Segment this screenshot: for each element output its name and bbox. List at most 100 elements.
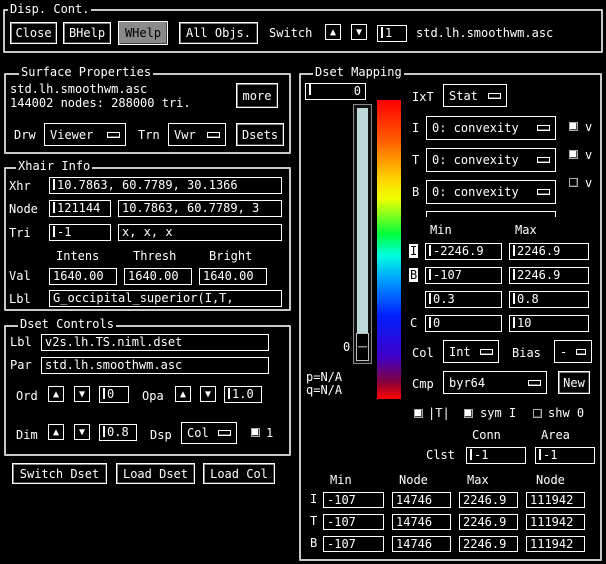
shw-0-label: shw 0 bbox=[548, 406, 585, 420]
scale-value-field[interactable]: 0 bbox=[305, 83, 366, 100]
i-v-checkbox[interactable] bbox=[569, 122, 578, 131]
table-row-tag: B bbox=[310, 536, 318, 550]
ord-down-arrow-icon[interactable]: ▼ bbox=[74, 386, 90, 402]
max-header: Max bbox=[515, 223, 537, 237]
t-label: T bbox=[412, 153, 420, 167]
dsets-button[interactable]: Dsets bbox=[236, 123, 284, 146]
row-b-tag[interactable]: B bbox=[409, 268, 419, 282]
row-x-max-field[interactable]: 0.8 bbox=[509, 291, 589, 308]
b-select[interactable]: 0: convexity bbox=[426, 180, 556, 204]
lbl-field[interactable]: G_occipital_superior(I,T, bbox=[49, 290, 282, 307]
table-cell: 111942 bbox=[526, 492, 585, 508]
col-value: Int bbox=[449, 344, 471, 359]
row-b-min-field[interactable]: -107 bbox=[425, 267, 502, 284]
i-v-label: v bbox=[585, 120, 593, 134]
whelp-button[interactable]: WHelp bbox=[118, 21, 168, 45]
switch-down-arrow-icon[interactable]: ▼ bbox=[351, 24, 367, 40]
opa-down-arrow-icon[interactable]: ▼ bbox=[200, 386, 216, 402]
opa-up-arrow-icon[interactable]: ▲ bbox=[175, 386, 191, 402]
t-v-checkbox[interactable] bbox=[569, 150, 578, 159]
threshold-scale-slider[interactable] bbox=[356, 333, 369, 361]
bhelp-button[interactable]: BHelp bbox=[63, 22, 111, 44]
row-i-min-field[interactable]: -2246.9 bbox=[425, 243, 502, 260]
table-cell: 14746 bbox=[392, 536, 451, 552]
ixt-select[interactable]: Stat bbox=[443, 84, 507, 107]
all-objs-button[interactable]: All Objs. bbox=[179, 22, 258, 44]
par-field[interactable]: std.lh.smoothwm.asc bbox=[41, 357, 269, 374]
dim-value: 0.8 bbox=[107, 425, 129, 439]
option-indicator-icon bbox=[537, 189, 550, 195]
abs-t-checkbox[interactable] bbox=[414, 409, 423, 418]
dsp-value: Col bbox=[187, 426, 209, 440]
row-i-max-field[interactable]: 2246.9 bbox=[509, 243, 589, 260]
i-select[interactable]: 0: convexity bbox=[426, 116, 556, 140]
dim-down-arrow-icon[interactable]: ▼ bbox=[74, 424, 90, 440]
option-indicator-icon bbox=[207, 131, 220, 138]
one-only-label: 1 bbox=[266, 426, 274, 440]
node-xyz-field[interactable]: 10.7863, 60.7789, 3 bbox=[118, 200, 282, 217]
par-value: std.lh.smoothwm.asc bbox=[45, 358, 183, 372]
drw-select[interactable]: Viewer bbox=[44, 123, 126, 146]
clst-area-field[interactable]: -1 bbox=[535, 447, 595, 464]
tri-id-field[interactable]: -1 bbox=[49, 224, 111, 241]
xhr-label: Xhr bbox=[9, 179, 31, 193]
surface-properties-title: Surface Properties bbox=[19, 65, 154, 79]
ord-value: 0 bbox=[107, 387, 115, 401]
clst-conn-field[interactable]: -1 bbox=[466, 447, 526, 464]
dset-lbl-value: v2s.lh.TS.niml.dset bbox=[45, 335, 183, 349]
new-colormap-button[interactable]: New bbox=[558, 371, 590, 394]
option-indicator-icon bbox=[218, 430, 231, 436]
xhr-value: 10.7863, 60.7789, 30.1366 bbox=[57, 178, 238, 192]
switch-field[interactable]: 1 bbox=[377, 25, 407, 42]
dim-field[interactable]: 0.8 bbox=[99, 424, 137, 441]
load-col-button[interactable]: Load Col bbox=[203, 463, 275, 484]
one-only-checkbox[interactable] bbox=[251, 428, 260, 437]
dsp-select[interactable]: Col bbox=[181, 422, 237, 444]
table-cell: 2246.9 bbox=[459, 514, 518, 530]
ord-up-arrow-icon[interactable]: ▲ bbox=[48, 386, 64, 402]
node-id-field[interactable]: 121144 bbox=[49, 200, 111, 217]
switch-up-arrow-icon[interactable]: ▲ bbox=[325, 24, 341, 40]
row-c-min-field[interactable]: 0 bbox=[425, 315, 502, 332]
dset-lbl-field[interactable]: v2s.lh.TS.niml.dset bbox=[41, 334, 269, 351]
dset-controls-title: Dset Controls bbox=[18, 317, 116, 331]
col-select[interactable]: Int bbox=[443, 340, 499, 363]
shw-0-checkbox[interactable] bbox=[533, 409, 542, 418]
row-x-min-field[interactable]: 0.3 bbox=[425, 291, 502, 308]
sym-i-label: sym I bbox=[480, 406, 517, 420]
trn-select[interactable]: Vwr bbox=[168, 123, 226, 146]
row-i-max: 2246.9 bbox=[517, 244, 561, 258]
row-c-max-field[interactable]: 10 bbox=[509, 315, 589, 332]
dim-up-arrow-icon[interactable]: ▲ bbox=[48, 424, 64, 440]
table-cell: 14746 bbox=[392, 492, 451, 508]
surface-name: std.lh.smoothwm.asc bbox=[416, 26, 554, 40]
xhr-field[interactable]: 10.7863, 60.7789, 30.1366 bbox=[49, 177, 282, 194]
ord-field[interactable]: 0 bbox=[99, 386, 129, 403]
close-button[interactable]: Close bbox=[10, 22, 57, 44]
tri-value-field[interactable]: x, x, x bbox=[118, 224, 282, 241]
bias-select[interactable]: - bbox=[554, 340, 592, 363]
load-dset-button[interactable]: Load Dset bbox=[116, 463, 195, 484]
clst-conn-value: -1 bbox=[474, 448, 489, 462]
drw-value: Viewer bbox=[50, 127, 94, 142]
switch-dset-button[interactable]: Switch Dset bbox=[12, 463, 107, 484]
table-row-tag: T bbox=[310, 514, 318, 528]
table-cell: -107 bbox=[323, 492, 384, 508]
b-v-label: v bbox=[585, 176, 593, 190]
val-bright-value: 1640.00 bbox=[203, 269, 254, 283]
min-header: Min bbox=[430, 223, 452, 237]
sym-i-checkbox[interactable] bbox=[464, 409, 473, 418]
more-button[interactable]: more bbox=[236, 83, 278, 108]
dsp-label: Dsp bbox=[150, 428, 172, 442]
table-cell: 111942 bbox=[526, 514, 585, 530]
opa-field[interactable]: 1.0 bbox=[224, 386, 262, 403]
row-i-tag[interactable]: I bbox=[409, 244, 419, 258]
t-select[interactable]: 0: convexity bbox=[426, 148, 556, 172]
tri-label: Tri bbox=[9, 226, 31, 240]
surface-stats: 144002 nodes: 288000 tri. bbox=[10, 96, 191, 110]
trn-value: Vwr bbox=[174, 127, 196, 142]
cmp-select[interactable]: byr64 bbox=[443, 371, 547, 394]
row-b-max-field[interactable]: 2246.9 bbox=[509, 267, 589, 284]
drw-label: Drw bbox=[14, 128, 36, 142]
b-v-checkbox[interactable] bbox=[569, 178, 578, 187]
